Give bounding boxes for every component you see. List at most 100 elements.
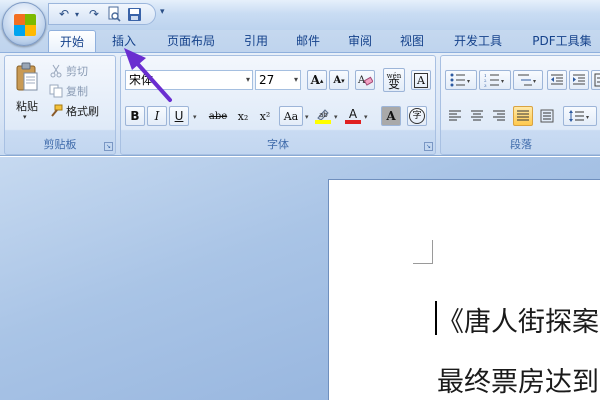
document-line-2[interactable]: 最终票房达到	[437, 360, 599, 399]
highlight-button[interactable]: ab	[313, 106, 333, 126]
office-button[interactable]	[2, 2, 46, 46]
font-group-label: 字体	[267, 138, 289, 151]
clipboard-group-label: 剪贴板	[43, 138, 77, 151]
change-case-button[interactable]: Aa	[279, 106, 303, 126]
grow-font-icon: A	[310, 73, 320, 87]
tab-developer[interactable]: 开发工具	[446, 30, 510, 52]
enclose-characters-icon: 字	[409, 108, 425, 124]
italic-button[interactable]: I	[147, 106, 167, 126]
superscript-button[interactable]: x²	[255, 106, 275, 126]
phonetic-guide-char: 变	[387, 77, 400, 91]
copy-button[interactable]: 复制	[49, 82, 88, 100]
underline-button[interactable]: U	[169, 106, 189, 126]
paragraph-group: ▾ 1 2 3 ▾ ▾ ▾ 段落	[440, 55, 600, 155]
copy-label: 复制	[66, 85, 88, 98]
cut-button[interactable]: 剪切	[49, 62, 88, 80]
change-case-dropdown-icon[interactable]: ▾	[305, 113, 309, 121]
multilevel-list-button[interactable]: ▾	[513, 70, 543, 90]
enclose-characters-button[interactable]: 字	[407, 106, 427, 126]
character-border-button[interactable]: A	[411, 70, 431, 90]
tab-review[interactable]: 审阅	[340, 30, 380, 52]
chinese-layout-icon	[594, 73, 600, 87]
align-center-button[interactable]	[467, 106, 487, 126]
svg-text:ab: ab	[319, 111, 328, 119]
align-left-button[interactable]	[445, 106, 465, 126]
shrink-font-button[interactable]: A ▾	[329, 70, 349, 90]
chinese-layout-button[interactable]	[591, 70, 600, 90]
undo-dropdown-icon[interactable]: ▾	[75, 10, 83, 19]
clear-format-button[interactable]: A	[355, 70, 375, 90]
line-spacing-button[interactable]: ▾	[563, 106, 597, 126]
align-left-icon	[449, 110, 461, 121]
bold-button[interactable]: B	[125, 106, 145, 126]
font-size-input[interactable]: 27 ▾	[255, 70, 301, 90]
undo-icon[interactable]: ↶	[55, 5, 73, 23]
distributed-button[interactable]	[537, 106, 557, 126]
shrink-font-icon: A	[333, 74, 342, 86]
font-color-dropdown-icon[interactable]: ▾	[364, 113, 368, 121]
justify-button[interactable]	[513, 106, 533, 126]
increase-indent-button[interactable]	[569, 70, 589, 90]
tab-home[interactable]: 开始	[48, 30, 96, 53]
paste-button[interactable]: 粘贴 ▾	[9, 60, 45, 126]
subscript-button[interactable]: x₂	[233, 106, 253, 126]
clipboard-launcher-icon[interactable]: ↘	[104, 142, 113, 151]
tab-page-layout[interactable]: 页面布局	[160, 30, 222, 52]
office-logo-icon	[14, 14, 36, 36]
word-window: ↶ ▾ ↷ ▾ 开始 插入 页面布局 引用 邮件 审阅 视图 开发工具 PDF工…	[0, 0, 600, 400]
paste-dropdown-icon[interactable]: ▾	[23, 113, 27, 121]
ribbon: 粘贴 ▾ 剪切 复制 格式刷 剪贴板 ↘ 宋体 ▾ 27 ▾ A ▴ A ▾ A…	[0, 52, 600, 156]
document-line-1[interactable]: 《唐人街探案	[437, 300, 599, 339]
justify-icon	[517, 110, 529, 121]
align-right-button[interactable]	[489, 106, 509, 126]
save-icon[interactable]	[125, 5, 143, 23]
highlighter-icon: ab	[317, 109, 329, 120]
clipboard-group: 粘贴 ▾ 剪切 复制 格式刷 剪贴板 ↘	[4, 55, 116, 155]
paragraph-group-label: 段落	[510, 138, 532, 151]
svg-text:3: 3	[484, 83, 487, 87]
svg-text:▾: ▾	[501, 78, 504, 85]
format-painter-button[interactable]: 格式刷	[49, 102, 99, 120]
grow-font-button[interactable]: A ▴	[307, 70, 327, 90]
print-preview-icon[interactable]	[105, 5, 123, 23]
line-spacing-icon: ▾	[569, 110, 589, 122]
paste-label: 粘贴	[16, 100, 38, 113]
font-size-dropdown-icon[interactable]: ▾	[294, 71, 298, 89]
font-group: 宋体 ▾ 27 ▾ A ▴ A ▾ A wén 变 A B I U ▾ abe …	[120, 55, 436, 155]
font-color-icon: A	[348, 107, 358, 121]
distributed-icon	[540, 109, 554, 123]
tab-mailings[interactable]: 邮件	[288, 30, 328, 52]
paste-icon	[16, 62, 38, 91]
tab-references[interactable]: 引用	[236, 30, 276, 52]
decrease-indent-button[interactable]	[547, 70, 567, 90]
redo-icon[interactable]: ↷	[85, 5, 103, 23]
font-launcher-icon[interactable]: ↘	[424, 142, 433, 151]
strikethrough-button[interactable]: abe	[205, 106, 231, 126]
document-workspace: 《唐人街探案 最终票房达到	[0, 157, 600, 400]
ribbon-tabs: 开始 插入 页面布局 引用 邮件 审阅 视图 开发工具 PDF工具集	[0, 30, 600, 53]
highlight-dropdown-icon[interactable]: ▾	[334, 113, 338, 121]
underline-dropdown-icon[interactable]: ▾	[193, 113, 197, 121]
font-name-input[interactable]: 宋体 ▾	[125, 70, 253, 90]
numbering-icon: 123▾	[484, 73, 504, 87]
character-border-icon: A	[414, 72, 428, 88]
bullets-button[interactable]: ▾	[445, 70, 477, 90]
numbering-button[interactable]: 1 2 3 ▾	[479, 70, 511, 90]
svg-text:▾: ▾	[586, 114, 589, 121]
document-page[interactable]: 《唐人街探案 最终票房达到	[328, 179, 600, 400]
customize-qat-icon[interactable]: ▾	[160, 7, 165, 17]
decrease-indent-icon	[551, 74, 563, 85]
font-name-dropdown-icon[interactable]: ▾	[246, 71, 250, 89]
tab-pdf-tools[interactable]: PDF工具集	[524, 30, 600, 52]
align-right-icon	[493, 110, 505, 121]
phonetic-guide-button[interactable]: wén 变	[383, 68, 405, 92]
tab-view[interactable]: 视图	[392, 30, 432, 52]
font-color-button[interactable]: A	[343, 106, 363, 126]
svg-text:▾: ▾	[467, 78, 470, 85]
character-shading-button[interactable]: A	[381, 106, 401, 126]
margin-corner-mark	[413, 240, 433, 264]
format-painter-icon	[49, 104, 63, 118]
tab-insert[interactable]: 插入	[104, 30, 144, 52]
copy-icon	[49, 84, 63, 98]
font-size-value: 27	[259, 73, 275, 87]
